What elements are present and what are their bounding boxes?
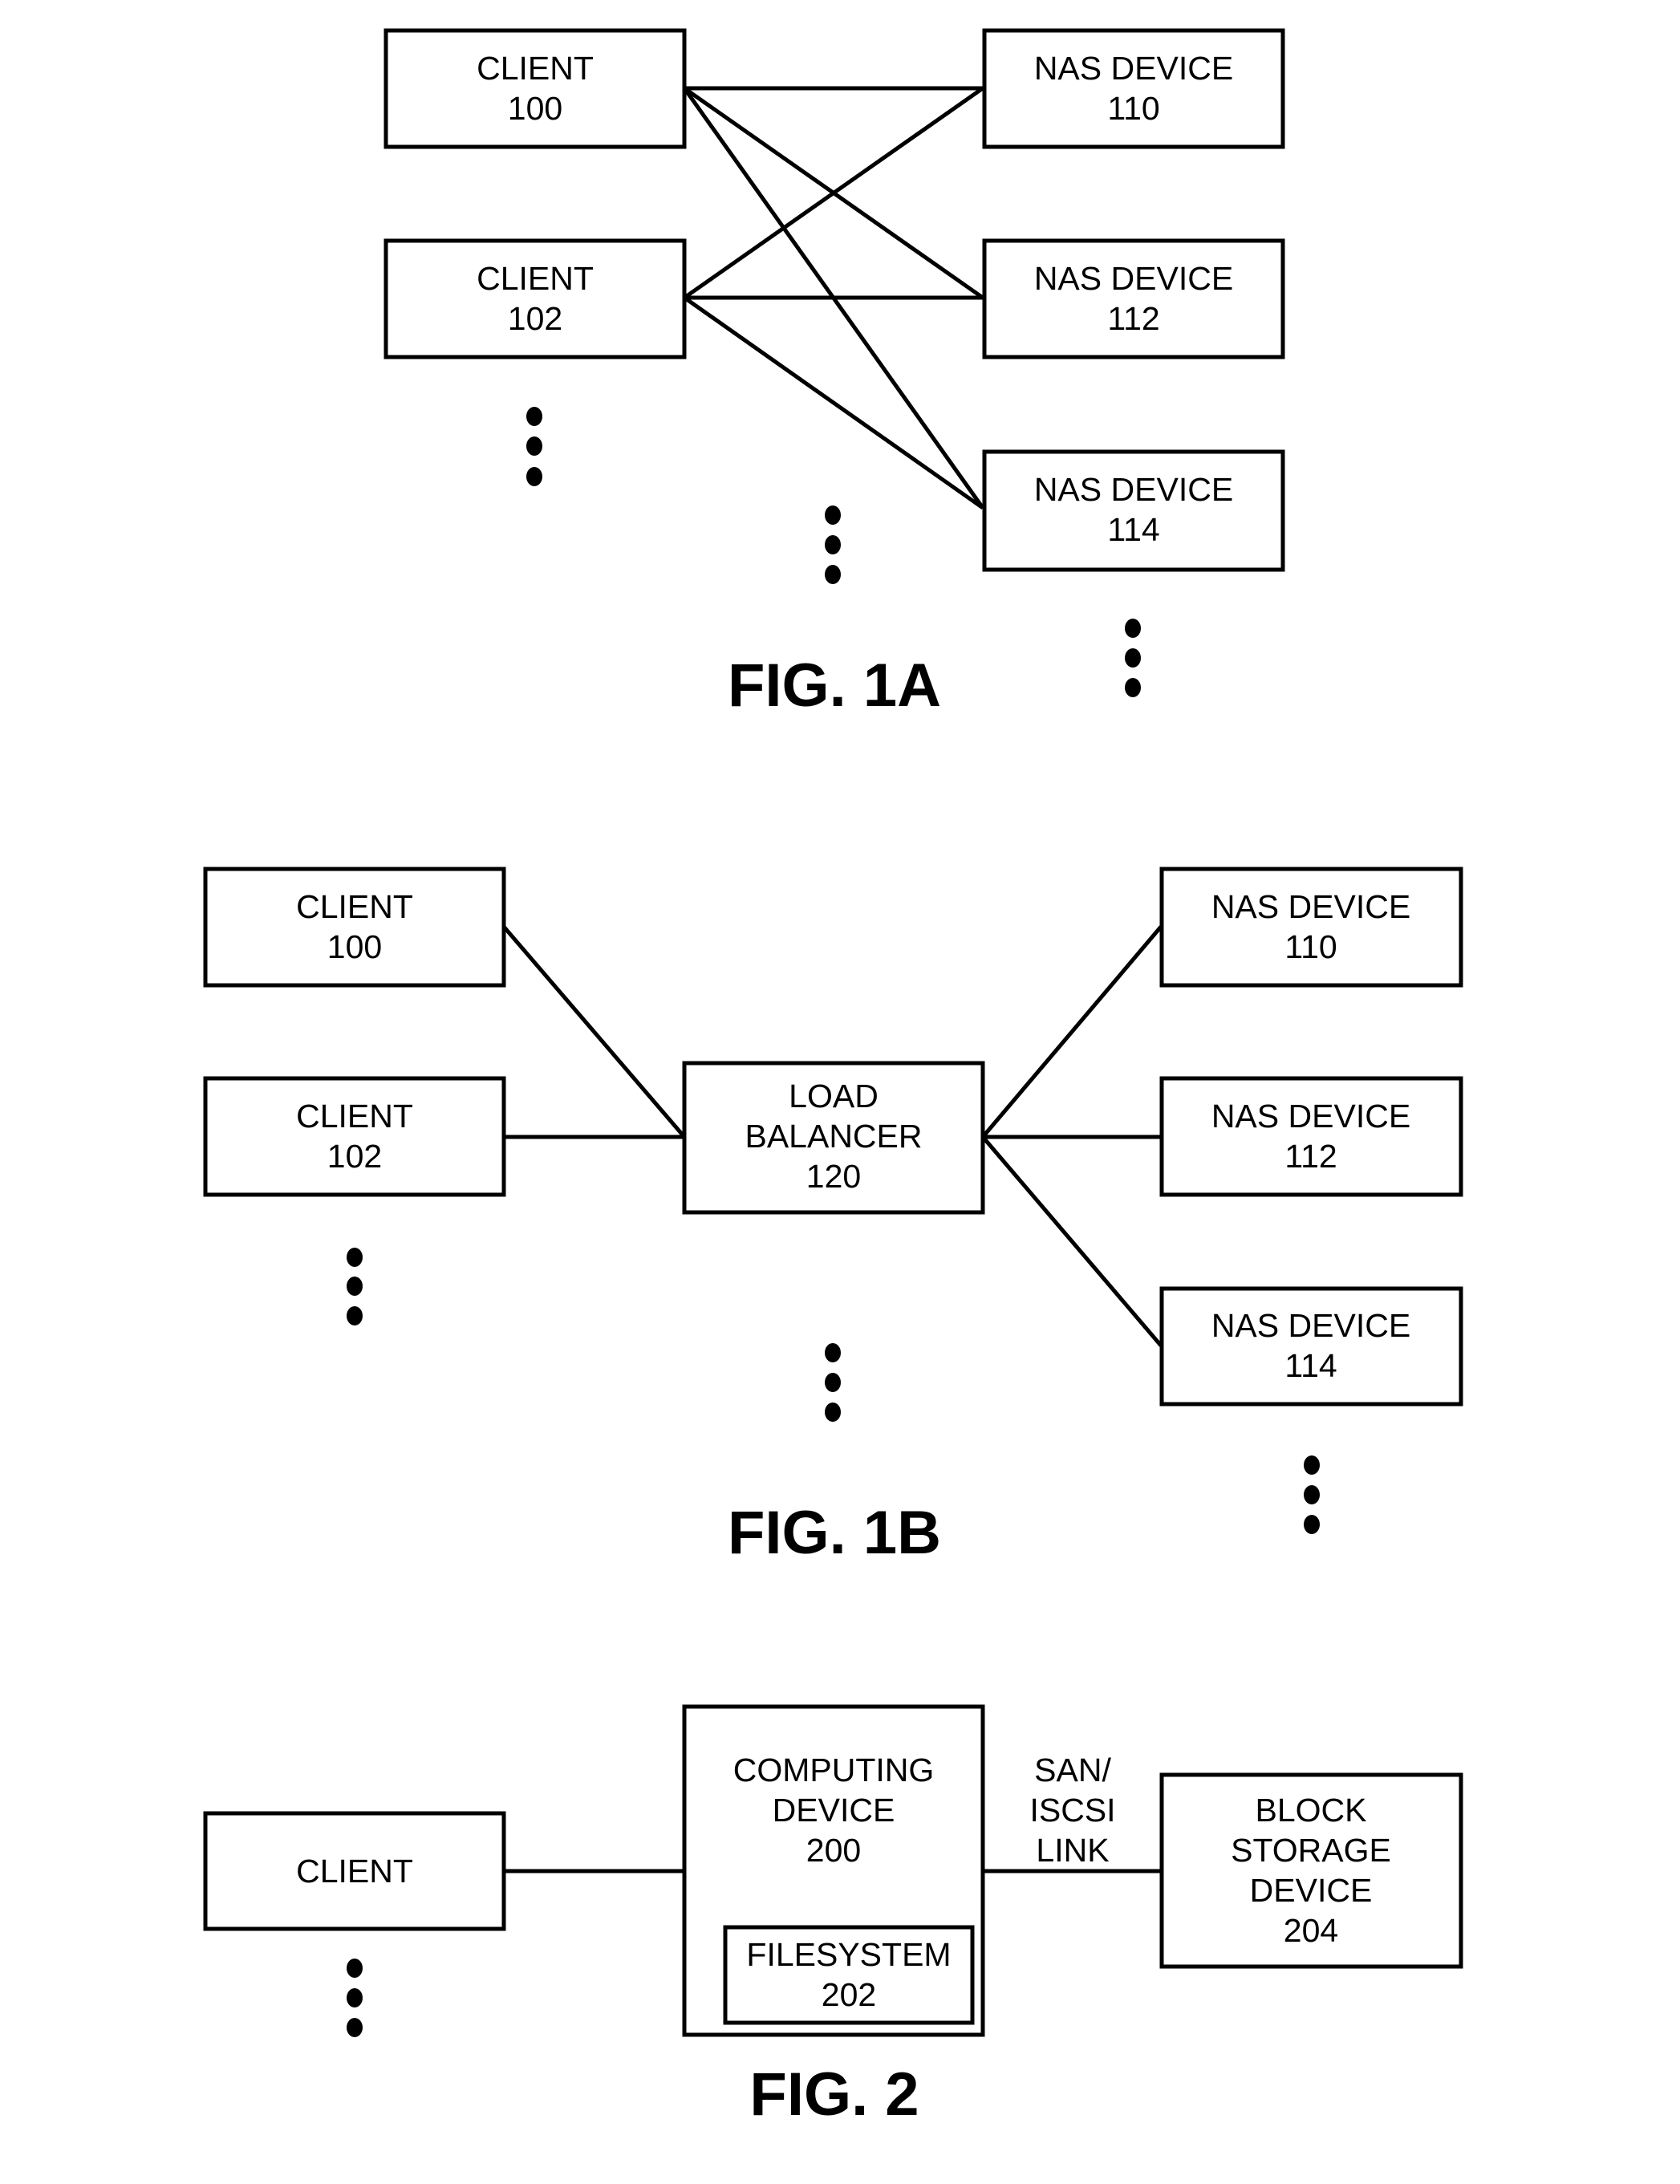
ellipsis-more-clients-icon: [347, 1248, 363, 1325]
node-label: NAS DEVICE: [1211, 1098, 1410, 1135]
figure-title: FIG. 1B: [728, 1499, 941, 1567]
link-load-balancer-nas114: [981, 1135, 1163, 1347]
ellipsis-more-clients-icon: [526, 407, 542, 486]
patent-drawing-sheet: CLIENT 100 CLIENT 102 NAS DEVICE 110 NAS…: [203, 28, 1463, 2129]
node-ref-number: 100: [508, 90, 562, 127]
node-label-line-1: BLOCK: [1256, 1792, 1367, 1829]
link-client100-load-balancer: [502, 925, 686, 1139]
node-client-102: CLIENT 102: [203, 1076, 506, 1197]
node-load-balancer-120: LOAD BALANCER 120: [682, 1061, 985, 1215]
node-label: CLIENT: [477, 50, 594, 87]
ellipsis-more-links-icon: [825, 505, 841, 584]
node-label: NAS DEVICE: [1034, 260, 1233, 297]
node-client-100: CLIENT 100: [383, 28, 687, 149]
node-ref-number: 202: [822, 1976, 876, 2013]
node-ref-number: 102: [508, 300, 562, 337]
ellipsis-more-nas-devices-icon: [1125, 619, 1141, 697]
node-ref-number: 100: [327, 928, 382, 965]
node-label-line-2: DEVICE: [773, 1792, 895, 1829]
node-nas-device-114: NAS DEVICE 114: [982, 449, 1285, 572]
node-label-line-1: COMPUTING: [733, 1752, 935, 1788]
node-block-storage-device-204: BLOCK STORAGE DEVICE 204: [1159, 1772, 1463, 1969]
fig1a-links: [682, 86, 985, 510]
link-label-line-2: ISCSI: [1029, 1792, 1115, 1829]
node-nas-device-110: NAS DEVICE 110: [1159, 867, 1463, 988]
node-label: NAS DEVICE: [1211, 888, 1410, 925]
node-ref-number: 114: [1284, 1347, 1337, 1384]
node-label-line-3: DEVICE: [1250, 1872, 1373, 1909]
node-ref-number: 114: [1107, 511, 1159, 548]
node-nas-device-114: NAS DEVICE 114: [1159, 1286, 1463, 1407]
node-ref-number: 112: [1284, 1138, 1337, 1175]
link-label-san-iscsi: SAN/ ISCSI LINK: [1029, 1752, 1115, 1869]
node-ref-number: 112: [1107, 300, 1159, 337]
node-client-102: CLIENT 102: [383, 238, 687, 359]
node-computing-device-200: COMPUTING DEVICE 200 FILESYSTEM 202: [682, 1704, 985, 2037]
node-nas-device-110: NAS DEVICE 110: [982, 28, 1285, 149]
node-ref-number: 110: [1107, 90, 1159, 127]
figure-2: CLIENT COMPUTING DEVICE 200 FILESYSTEM 2…: [203, 1704, 1463, 2129]
link-label-line-3: LINK: [1036, 1832, 1109, 1869]
node-client: CLIENT: [203, 1811, 506, 1931]
node-label: CLIENT: [296, 1853, 413, 1890]
figure-title: FIG. 2: [749, 2060, 919, 2129]
ellipsis-more-nas-devices-icon: [1304, 1455, 1320, 1534]
node-label: NAS DEVICE: [1211, 1307, 1410, 1344]
node-label: NAS DEVICE: [1034, 50, 1233, 87]
link-load-balancer-nas110: [981, 925, 1163, 1139]
node-ref-number: 204: [1284, 1912, 1338, 1949]
figure-title: FIG. 1A: [728, 652, 941, 720]
node-nas-device-112: NAS DEVICE 112: [1159, 1076, 1463, 1197]
node-ref-number: 110: [1284, 928, 1337, 965]
node-label: NAS DEVICE: [1034, 471, 1233, 508]
figure-1b: CLIENT 100 CLIENT 102 LOAD BALANCER 120 …: [203, 867, 1463, 1567]
figure-1a: CLIENT 100 CLIENT 102 NAS DEVICE 110 NAS…: [383, 28, 1285, 720]
ellipsis-more-clients-icon: [347, 1959, 363, 2037]
ellipsis-more-links-icon: [825, 1343, 841, 1422]
node-ref-number: 200: [806, 1832, 861, 1869]
node-label-line-1: LOAD: [789, 1078, 879, 1114]
node-label: FILESYSTEM: [746, 1936, 951, 1973]
node-label-line-2: BALANCER: [745, 1118, 922, 1155]
node-label-line-2: STORAGE: [1231, 1832, 1391, 1869]
node-nas-device-112: NAS DEVICE 112: [982, 238, 1285, 359]
node-ref-number: 102: [327, 1138, 382, 1175]
node-filesystem-202: FILESYSTEM 202: [723, 1925, 975, 2025]
link-label-line-1: SAN/: [1034, 1752, 1111, 1788]
node-label: CLIENT: [296, 888, 413, 925]
node-ref-number: 120: [806, 1158, 861, 1195]
node-client-100: CLIENT 100: [203, 867, 506, 988]
link-client102-nas114: [683, 295, 984, 510]
node-label: CLIENT: [477, 260, 594, 297]
node-label: CLIENT: [296, 1098, 413, 1135]
